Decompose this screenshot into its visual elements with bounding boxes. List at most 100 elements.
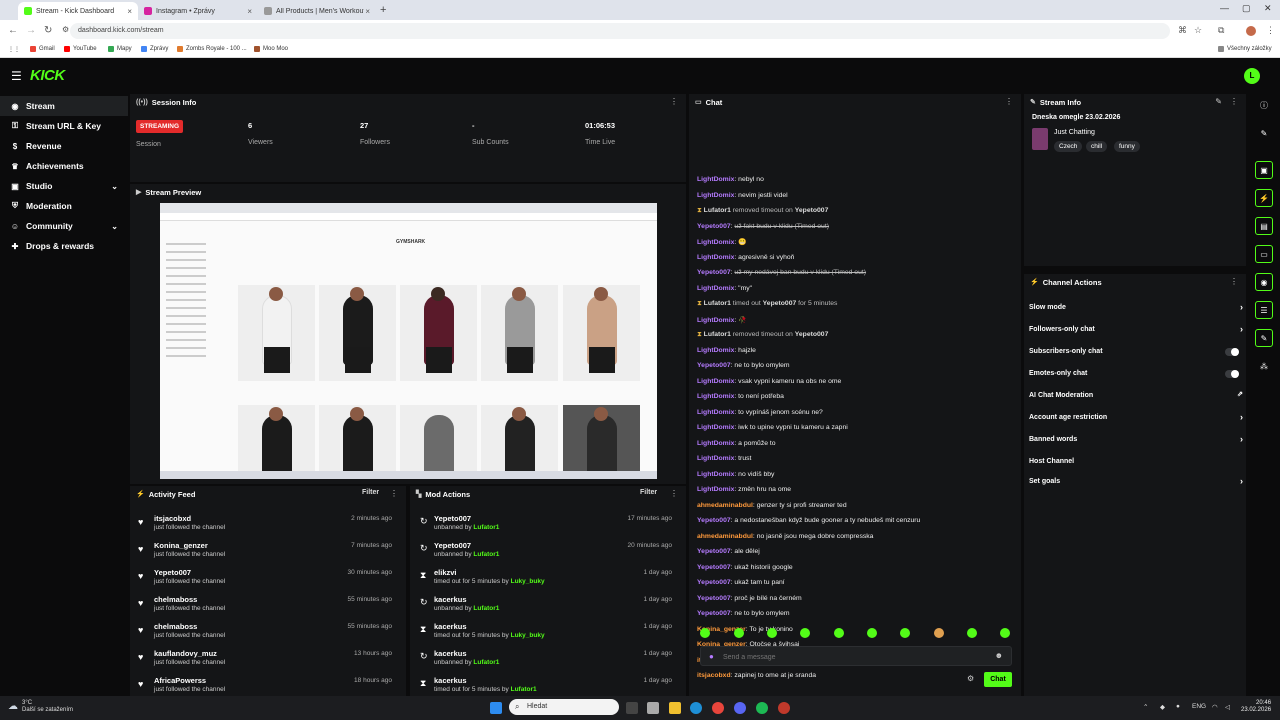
emoji-picker-icon[interactable]: ☻ [995, 651, 1003, 660]
app-icon[interactable] [778, 702, 790, 714]
chat-username[interactable]: Yepeto007 [763, 300, 797, 307]
bookmark-star-icon[interactable]: ☆ [1194, 25, 1202, 36]
emote-icon[interactable] [734, 628, 744, 638]
back-icon[interactable]: ← [8, 25, 18, 36]
chat-username[interactable]: LightDomix [697, 393, 734, 400]
window-close-icon[interactable]: ✕ [1264, 3, 1272, 14]
wifi-icon[interactable]: ◠ [1212, 703, 1218, 711]
chat-username[interactable]: LightDomix [697, 409, 734, 416]
sidebar-item-revenue[interactable]: $ Revenue [0, 136, 128, 156]
discord-icon[interactable] [734, 702, 746, 714]
chat-username[interactable]: Lufator1 [704, 207, 731, 214]
bookmark-youtube[interactable]: YouTube [64, 46, 97, 52]
minimize-icon[interactable]: — [1220, 3, 1229, 13]
bookmark-gmail[interactable]: Gmail [30, 46, 55, 52]
chat-username[interactable]: LightDomix [697, 317, 734, 324]
emote-icon[interactable] [800, 628, 810, 638]
chat-username[interactable]: itsjacobxd [697, 672, 731, 679]
chat-username[interactable]: Yepeto007 [795, 207, 829, 214]
tray-app-icon[interactable]: ◆ [1160, 703, 1165, 711]
close-icon[interactable]: × [247, 7, 252, 16]
site-info-icon[interactable]: ⚙ [62, 25, 69, 34]
language-indicator[interactable]: ENG [1192, 703, 1206, 710]
sidebar-item-stream-url-key[interactable]: ⚿ Stream URL & Key [0, 116, 128, 136]
emote-icon[interactable] [867, 628, 877, 638]
edge-icon[interactable] [690, 702, 702, 714]
sidebar-item-achievements[interactable]: ♛ Achievements [0, 156, 128, 176]
wrench-icon[interactable]: ✎ [1255, 329, 1273, 347]
tray-mic-icon[interactable]: ● [1176, 703, 1180, 710]
forward-icon[interactable]: → [26, 25, 36, 36]
chrome-icon[interactable] [712, 702, 724, 714]
chat-username[interactable]: LightDomix [697, 239, 734, 246]
chat-username[interactable]: LightDomix [697, 471, 734, 478]
stream-category[interactable]: Just Chatting [1054, 129, 1095, 136]
chat-username[interactable]: Yepeto007 [697, 610, 731, 617]
maximize-icon[interactable]: ▢ [1242, 3, 1251, 14]
apps-icon[interactable]: ⋮⋮ [8, 46, 20, 53]
translate-icon[interactable]: ⌘ [1178, 25, 1187, 36]
chat-username[interactable]: LightDomix [697, 378, 734, 385]
weather-icon[interactable]: ☁ [8, 701, 18, 712]
chat-username[interactable]: Yepeto007 [697, 223, 731, 230]
bookmark-moomoo[interactable]: Moo Moo [254, 46, 288, 52]
chat-username[interactable]: LightDomix [697, 486, 734, 493]
emote-icon[interactable] [700, 628, 710, 638]
chat-settings-icon[interactable]: ⚙ [967, 674, 974, 683]
chat-username[interactable]: ahmedaminabdul [697, 502, 753, 509]
chat-username[interactable]: Yepeto007 [697, 548, 731, 555]
chat-username[interactable]: LightDomix [697, 440, 734, 447]
activity-filter-button[interactable]: Filter [362, 489, 379, 496]
chat-username[interactable]: Yepeto007 [697, 595, 731, 602]
stream-preview-video[interactable]: GYMSHARK [160, 203, 657, 479]
bookmark-zombs[interactable]: Zombs Royale - 100 ... [177, 46, 247, 52]
all-bookmarks[interactable]: Všechny záložky [1218, 46, 1272, 52]
subscribers-only-toggle[interactable] [1225, 348, 1239, 356]
broadcast-icon[interactable]: ◉ [1255, 273, 1273, 291]
chat-username[interactable]: LightDomix [697, 455, 734, 462]
browser-tab-gymshark[interactable]: All Products | Men's Workout Cl × [258, 2, 376, 20]
chat-icon[interactable]: ▭ [1255, 245, 1273, 263]
emote-icon[interactable] [900, 628, 910, 638]
chat-username[interactable]: LightDomix [697, 285, 734, 292]
channel-action-followers-only[interactable]: Followers-only chat › [1029, 320, 1243, 342]
emote-icon[interactable] [1000, 628, 1010, 638]
chat-username[interactable]: LightDomix [697, 176, 734, 183]
emotes-only-toggle[interactable] [1225, 370, 1239, 378]
widgets-icon[interactable] [647, 702, 659, 714]
bookmark-mapy[interactable]: Mapy [108, 46, 132, 52]
sidebar-item-community[interactable]: ☺ Community ⌄ [0, 216, 128, 236]
channel-action-ai-moderation[interactable]: AI Chat Moderation ⇗ [1029, 386, 1243, 408]
sidebar-item-drops[interactable]: ✚ Drops & rewards [0, 236, 128, 256]
channel-action-host-channel[interactable]: Host Channel [1029, 452, 1243, 474]
chat-input[interactable] [723, 651, 983, 663]
weather-widget[interactable]: 3°C Další se zatažením [22, 700, 73, 714]
sidebar-item-stream[interactable]: ◉ Stream [0, 96, 128, 116]
mic-icon[interactable]: ● [709, 652, 714, 661]
browser-menu-icon[interactable]: ⋮ [1266, 25, 1275, 36]
document-icon[interactable]: ▤ [1255, 217, 1273, 235]
channel-action-slow-mode[interactable]: Slow mode › [1029, 298, 1243, 320]
emote-icon[interactable] [967, 628, 977, 638]
more-icon[interactable]: ⋮ [1230, 97, 1238, 106]
volume-icon[interactable]: ◁ [1225, 703, 1230, 711]
chat-username[interactable]: Lufator1 [704, 331, 731, 338]
close-icon[interactable]: × [365, 7, 370, 16]
chat-username[interactable]: LightDomix [697, 254, 734, 261]
channel-action-set-goals[interactable]: Set goals › [1029, 472, 1243, 494]
profile-avatar[interactable] [1246, 26, 1256, 36]
tray-chevron-icon[interactable]: ⌃ [1143, 703, 1148, 711]
mod-filter-button[interactable]: Filter [640, 489, 657, 496]
new-tab-button[interactable]: + [380, 4, 386, 16]
channel-action-account-age[interactable]: Account age restriction › [1029, 408, 1243, 430]
emote-icon[interactable] [767, 628, 777, 638]
emote-icon[interactable] [834, 628, 844, 638]
chat-username[interactable]: ahmedaminabdul [697, 533, 753, 540]
taskbar-search[interactable]: ⌕ Hledat [509, 699, 619, 715]
chat-username[interactable]: Yepeto007 [697, 517, 731, 524]
close-icon[interactable]: × [127, 7, 132, 16]
spotify-icon[interactable] [756, 702, 768, 714]
bolt-icon[interactable]: ⚡ [1255, 189, 1273, 207]
camera-icon[interactable]: ▣ [1255, 161, 1273, 179]
kick-logo[interactable]: KICK [30, 67, 65, 84]
